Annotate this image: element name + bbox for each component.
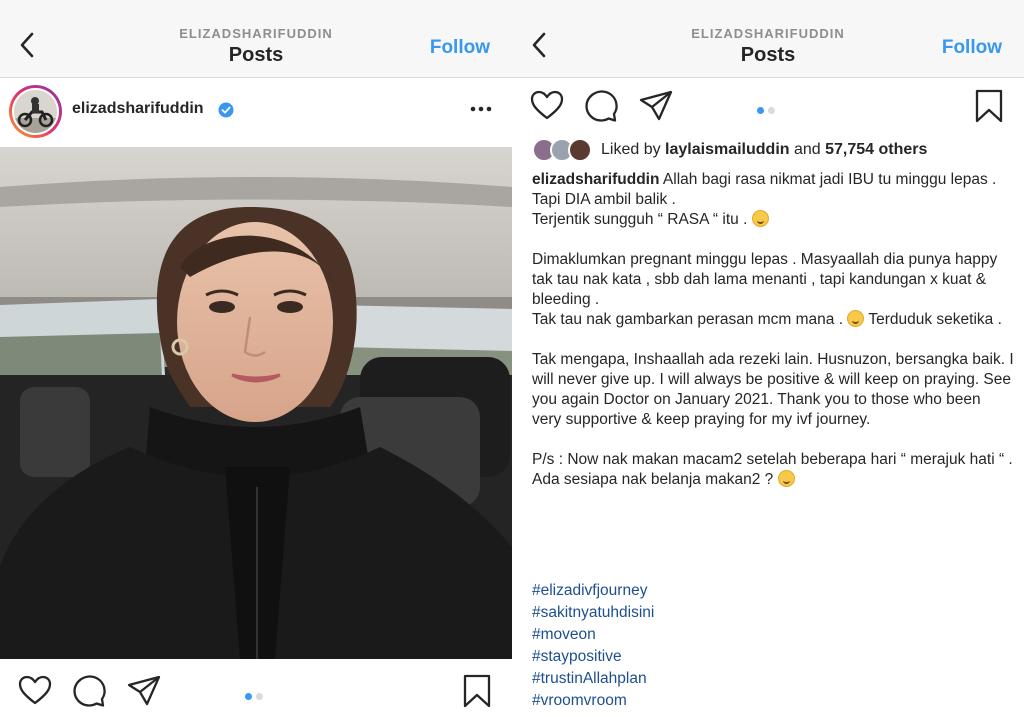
bookmark-icon[interactable] (459, 673, 495, 709)
hashtag-link[interactable]: #trustinAllahplan (532, 668, 1012, 690)
verified-badge-icon (218, 102, 234, 118)
hashtag-link[interactable]: #staypositive (532, 646, 1012, 668)
avatar-story-ring[interactable] (9, 85, 62, 138)
hashtag-link[interactable]: #sakitnyatuhdisini (532, 602, 1012, 624)
post-view-left: ELIZADSHARIFUDDIN Posts Follow elizadsha… (0, 0, 512, 717)
post-photo[interactable] (0, 147, 512, 659)
follow-button[interactable]: Follow (430, 37, 490, 59)
carousel-dot (256, 693, 263, 700)
comment-icon[interactable] (583, 88, 619, 124)
share-direct-icon[interactable] (126, 673, 162, 709)
follow-button[interactable]: Follow (942, 37, 1002, 59)
hashtag-link[interactable]: #elizadivfjourney (532, 580, 1012, 602)
carousel-dot (768, 107, 775, 114)
sweat-smile-emoji-icon (751, 210, 769, 227)
carousel-indicator (245, 687, 267, 705)
heart-icon[interactable] (17, 673, 53, 709)
caption-line: Terduduk seketika . (864, 311, 1002, 328)
likes-text: Liked by laylaismailuddin and 57,754 oth… (601, 141, 927, 159)
post-username[interactable]: elizadsharifuddin (72, 100, 204, 118)
more-options-icon[interactable] (468, 99, 494, 119)
carousel-dot-active (245, 693, 252, 700)
avatar-motorcycle-image (14, 90, 57, 133)
selfie-in-car-image (0, 147, 512, 659)
carousel-indicator (757, 101, 779, 119)
comment-icon[interactable] (71, 673, 107, 709)
post-header: elizadsharifuddin (0, 79, 512, 147)
likes-count[interactable]: 57,754 others (825, 141, 927, 158)
top-bar: ELIZADSHARIFUDDIN Posts Follow (0, 0, 512, 78)
caption-paragraph: P/s : Now nak makan macam2 setelah beber… (532, 451, 1013, 488)
post-caption: elizadsharifuddin Allah bagi rasa nikmat… (532, 170, 1014, 490)
likes-prefix: Liked by (601, 141, 666, 158)
heart-icon[interactable] (529, 88, 565, 124)
post-action-bar (0, 660, 512, 717)
top-bar: ELIZADSHARIFUDDIN Posts Follow (512, 0, 1024, 78)
liker-avatar (568, 138, 592, 162)
hashtag-list: #elizadivfjourney #sakitnyatuhdisini #mo… (532, 580, 1012, 712)
caption-line: Terjentik sungguh “ RASA “ itu . (532, 211, 748, 228)
likes-summary[interactable]: Liked by laylaismailuddin and 57,754 oth… (532, 138, 1012, 164)
hashtag-link[interactable]: #vroomvroom (532, 690, 1012, 712)
carousel-dot-active (757, 107, 764, 114)
caption-line: Tak tau nak gambarkan perasan mcm mana . (532, 311, 844, 328)
caption-paragraph: Tak mengapa, Inshaallah ada rezeki lain.… (532, 351, 1014, 428)
caption-line: Allah bagi rasa nikmat jadi IBU tu mingg… (659, 171, 997, 188)
liker-username[interactable]: laylaismailuddin (665, 141, 789, 158)
post-action-bar (512, 80, 1024, 138)
share-direct-icon[interactable] (638, 88, 674, 124)
hashtag-link[interactable]: #moveon (532, 624, 1012, 646)
caption-username[interactable]: elizadsharifuddin (532, 171, 659, 188)
smiling-emoji-icon (847, 310, 865, 327)
grin-emoji-icon (777, 470, 795, 487)
caption-line: Tapi DIA ambil balik . (532, 191, 676, 208)
bookmark-icon[interactable] (971, 88, 1007, 124)
caption-paragraph: Dimaklumkan pregnant minggu lepas . Masy… (532, 251, 998, 308)
avatar (12, 88, 59, 135)
likes-middle: and (789, 141, 826, 158)
post-view-right: ELIZADSHARIFUDDIN Posts Follow Liked by … (512, 0, 1024, 717)
